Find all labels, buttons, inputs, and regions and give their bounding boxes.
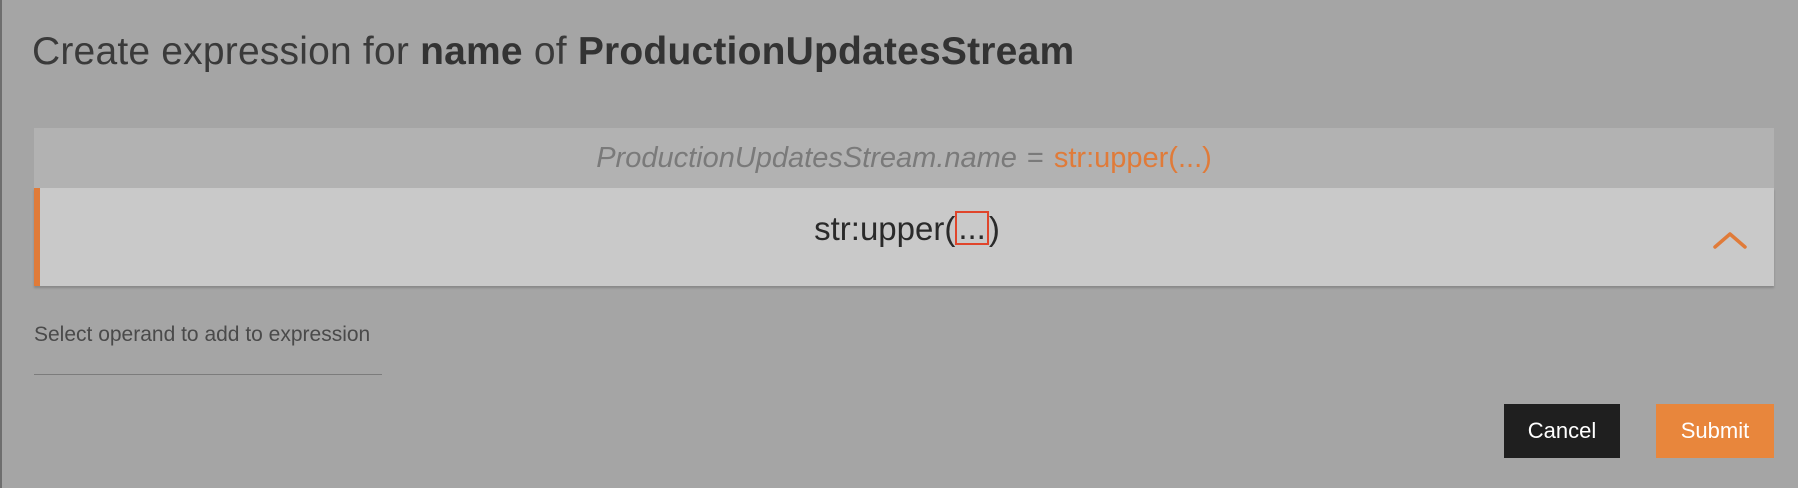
dialog-title: Create expression for name of Production… [32,30,1074,74]
cancel-button[interactable]: Cancel [1504,404,1620,458]
expression-text: str:upper(...) [40,210,1774,248]
operand-select[interactable]: Select operand to add to expression [34,320,382,375]
title-attribute: name [420,30,523,73]
preview-rhs: str:upper(...) [1053,141,1212,174]
title-of: of [533,30,567,73]
expression-editor[interactable]: str:upper(...) [34,188,1774,286]
operand-select-placeholder: Select operand to add to expression [34,323,371,346]
expression-preview: ProductionUpdatesStream.name = str:upper… [34,128,1774,188]
expression-close-paren: ) [988,210,1000,247]
submit-button[interactable]: Submit [1656,404,1774,458]
title-stream: ProductionUpdatesStream [577,30,1075,73]
preview-lhs: ProductionUpdatesStream.name [596,141,1017,174]
title-prefix: Create expression for [32,30,410,73]
expression-dialog: Create expression for name of Production… [0,0,1798,488]
operand-placeholder[interactable]: ... [955,211,989,245]
preview-equals: = [1026,141,1044,174]
chevron-up-icon[interactable] [1710,226,1750,252]
expression-function: str:upper( [814,210,956,247]
